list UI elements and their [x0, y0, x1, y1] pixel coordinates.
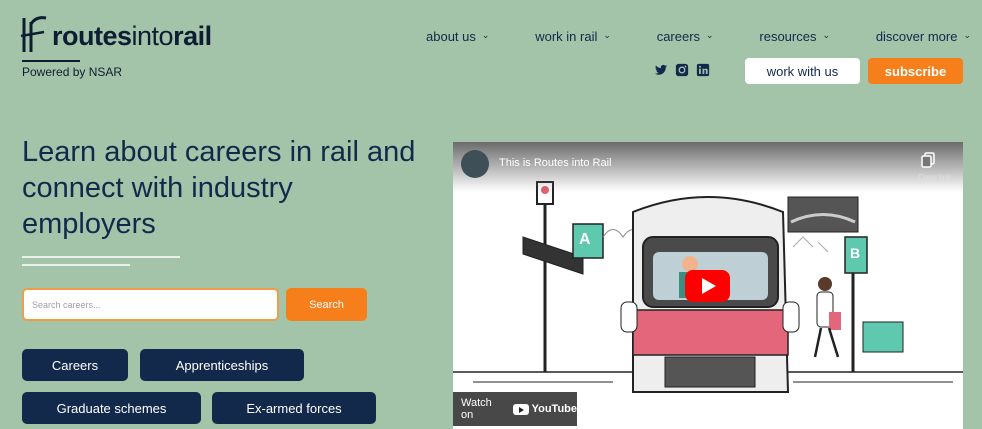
- site-logo[interactable]: routesintorail Powered by NSAR: [20, 10, 250, 79]
- decorative-divider: [22, 264, 130, 266]
- nav-item-resources[interactable]: resources ⌄: [759, 29, 830, 44]
- chip-ex-armed-forces[interactable]: Ex-armed forces: [212, 392, 376, 424]
- channel-avatar[interactable]: [461, 150, 489, 178]
- hero-title: Learn about careers in rail and connect …: [22, 136, 416, 240]
- chevron-down-icon: ⌄: [481, 30, 490, 40]
- social-links: [654, 63, 710, 77]
- instagram-icon[interactable]: [675, 63, 689, 77]
- nav-item-discover-more[interactable]: discover more ⌄: [876, 29, 971, 44]
- work-with-us-button[interactable]: work with us: [745, 58, 860, 84]
- youtube-icon: [512, 403, 529, 415]
- logo-underline: [22, 60, 80, 62]
- watch-on-youtube-button[interactable]: Watch on YouTube: [453, 392, 577, 426]
- main-nav: about us ⌄ work in rail ⌄ careers ⌄ resourc…: [426, 29, 971, 44]
- chip-careers[interactable]: Careers: [22, 349, 128, 381]
- logo-wordmark: routesintorail: [52, 21, 212, 51]
- platform-sign-a: A: [579, 231, 591, 248]
- platform-sign-b: B: [850, 245, 861, 261]
- nav-item-work-in-rail[interactable]: work in rail ⌄: [535, 29, 611, 44]
- twitter-icon[interactable]: [654, 63, 668, 77]
- decorative-divider: [22, 256, 180, 258]
- nav-item-about-us[interactable]: about us ⌄: [426, 29, 489, 44]
- powered-by-text: Powered by NSAR: [22, 65, 123, 79]
- linkedin-icon[interactable]: [696, 63, 710, 77]
- subscribe-button[interactable]: subscribe: [868, 58, 963, 84]
- chevron-down-icon: ⌄: [963, 30, 971, 40]
- logo-mark-icon: [20, 16, 47, 52]
- youtube-logo: YouTube: [512, 403, 577, 415]
- chip-apprenticeships[interactable]: Apprenticeships: [140, 349, 304, 381]
- search-button[interactable]: Search: [286, 288, 367, 321]
- nav-item-careers[interactable]: careers ⌄: [657, 29, 714, 44]
- video-title[interactable]: This is Routes into Rail: [499, 157, 612, 169]
- chevron-down-icon: ⌄: [603, 30, 611, 40]
- search-input[interactable]: [22, 288, 279, 321]
- chevron-down-icon: ⌄: [822, 30, 831, 40]
- video-player[interactable]: This is Routes into Rail Copy link A B W…: [453, 142, 963, 429]
- chip-graduate-schemes[interactable]: Graduate schemes: [22, 392, 201, 424]
- copy-link-icon[interactable]: [921, 152, 935, 168]
- chevron-down-icon: ⌄: [706, 30, 714, 40]
- copy-link-label[interactable]: Copy link: [918, 173, 951, 182]
